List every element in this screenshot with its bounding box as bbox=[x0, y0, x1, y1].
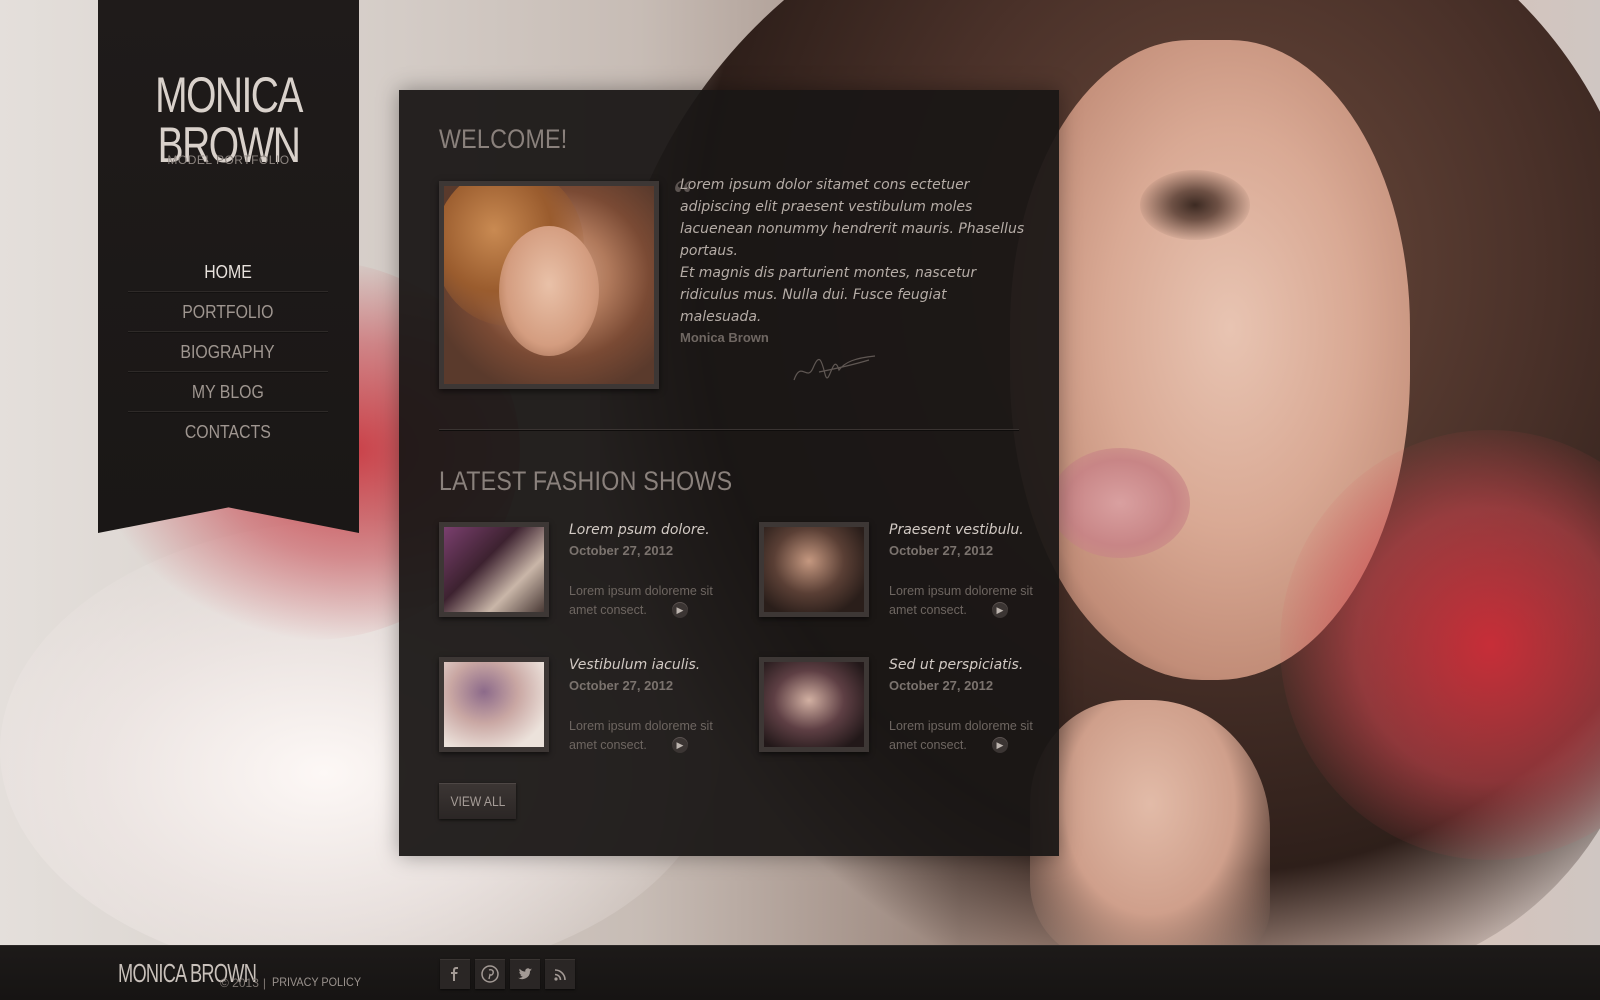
welcome-portrait-image bbox=[439, 181, 659, 389]
copyright-text: © 2013 bbox=[220, 976, 259, 990]
portrait-face bbox=[499, 226, 599, 356]
content-panel: WELCOME! “ Lorem ipsum dolor sitamet con… bbox=[399, 90, 1059, 856]
nav-item-label: MY BLOG bbox=[192, 382, 264, 402]
news-thumbnail[interactable] bbox=[759, 657, 869, 752]
signature-image bbox=[793, 355, 876, 381]
nav-item-label: CONTACTS bbox=[185, 422, 271, 442]
view-all-label: VIEW ALL bbox=[450, 793, 505, 809]
footer: MONICA BROWN © 2013 | PRIVACY POLICY bbox=[0, 945, 1600, 1000]
model-hand bbox=[1030, 700, 1270, 945]
model-eye bbox=[1140, 170, 1250, 240]
news-item: Praesent vestibulu. October 27, 2012 Lor… bbox=[759, 522, 1049, 622]
welcome-paragraph-1: Lorem ipsum dolor sitamet cons ectetuer … bbox=[680, 177, 1025, 259]
facebook-icon[interactable] bbox=[440, 959, 470, 989]
news-excerpt: Lorem ipsum doloreme sit amet consect. bbox=[569, 719, 713, 752]
pinterest-icon[interactable] bbox=[475, 959, 505, 989]
sidebar-ribbon: MONICA BROWN MODEL PORTFOLIO HOME PORTFO… bbox=[98, 0, 359, 533]
nav-item-my-blog[interactable]: MY BLOG bbox=[128, 372, 328, 412]
model-lips bbox=[1050, 448, 1190, 558]
nav-item-biography[interactable]: BIOGRAPHY bbox=[128, 332, 328, 372]
nav-item-label: BIOGRAPHY bbox=[180, 342, 276, 362]
footer-copyright: © 2013 | bbox=[220, 976, 270, 990]
footer-separator: | bbox=[262, 976, 266, 990]
twitter-icon[interactable] bbox=[510, 959, 540, 989]
news-date: October 27, 2012 bbox=[569, 678, 674, 693]
welcome-heading: WELCOME! bbox=[439, 124, 568, 154]
main-nav: HOME PORTFOLIO BIOGRAPHY MY BLOG CONTACT… bbox=[128, 252, 328, 452]
view-all-button[interactable]: VIEW ALL bbox=[439, 783, 516, 819]
logo-subtitle: MODEL PORTFOLIO bbox=[167, 153, 290, 167]
news-item: Lorem psum dolore. October 27, 2012 Lore… bbox=[439, 522, 729, 622]
news-title[interactable]: Praesent vestibulu. bbox=[889, 522, 1024, 538]
news-excerpt: Lorem ipsum doloreme sit amet consect. bbox=[569, 584, 713, 617]
nav-item-portfolio[interactable]: PORTFOLIO bbox=[128, 292, 328, 332]
welcome-author: Monica Brown bbox=[680, 330, 769, 345]
nav-item-home[interactable]: HOME bbox=[128, 252, 328, 292]
news-thumbnail[interactable] bbox=[439, 657, 549, 752]
news-title[interactable]: Sed ut perspiciatis. bbox=[889, 657, 1023, 673]
read-more-arrow-icon[interactable]: ▶ bbox=[672, 737, 688, 753]
welcome-paragraph-2: Et magnis dis parturient montes, nascetu… bbox=[680, 265, 977, 325]
nav-item-label: HOME bbox=[204, 262, 252, 282]
news-thumbnail[interactable] bbox=[439, 522, 549, 617]
nav-item-contacts[interactable]: CONTACTS bbox=[128, 412, 328, 452]
nav-item-label: PORTFOLIO bbox=[182, 302, 274, 322]
news-date: October 27, 2012 bbox=[889, 543, 994, 558]
news-date: October 27, 2012 bbox=[889, 678, 994, 693]
news-excerpt: Lorem ipsum doloreme sit amet consect. bbox=[889, 719, 1033, 752]
news-date: October 27, 2012 bbox=[569, 543, 674, 558]
privacy-policy-link[interactable]: PRIVACY POLICY bbox=[272, 975, 361, 989]
read-more-arrow-icon[interactable]: ▶ bbox=[992, 737, 1008, 753]
news-item: Vestibulum iaculis. October 27, 2012 Lor… bbox=[439, 657, 729, 757]
news-title[interactable]: Lorem psum dolore. bbox=[569, 522, 710, 538]
read-more-arrow-icon[interactable]: ▶ bbox=[672, 602, 688, 618]
rss-icon[interactable] bbox=[545, 959, 575, 989]
news-thumbnail[interactable] bbox=[759, 522, 869, 617]
news-item: Sed ut perspiciatis. October 27, 2012 Lo… bbox=[759, 657, 1049, 757]
news-excerpt: Lorem ipsum doloreme sit amet consect. bbox=[889, 584, 1033, 617]
fashion-shows-heading: LATEST FASHION SHOWS bbox=[439, 466, 733, 496]
news-title[interactable]: Vestibulum iaculis. bbox=[569, 657, 700, 673]
read-more-arrow-icon[interactable]: ▶ bbox=[992, 602, 1008, 618]
section-divider bbox=[439, 429, 1019, 430]
